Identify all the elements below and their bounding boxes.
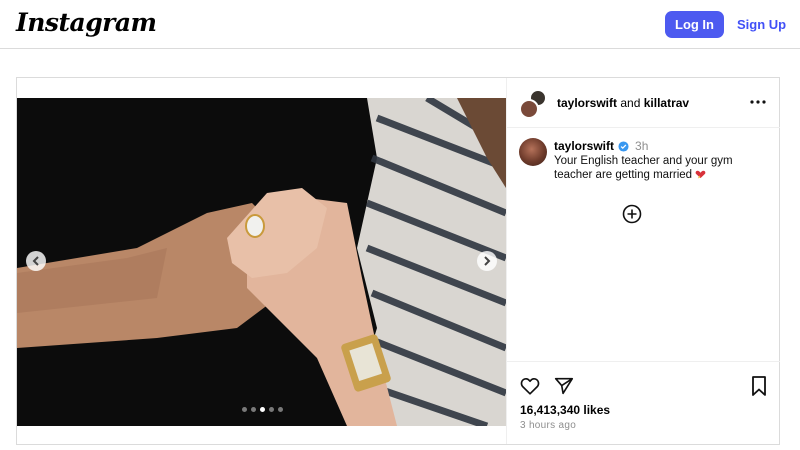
add-circle-icon[interactable] — [622, 204, 642, 224]
post-sidebar: taylorswift and killatrav taylorswift 3h… — [506, 78, 780, 444]
collab-username-link[interactable]: killatrav — [644, 96, 689, 110]
caption-text: Your English teacher and your gym teache… — [554, 154, 774, 182]
collab-avatars[interactable] — [519, 89, 549, 119]
login-button[interactable]: Log In — [665, 11, 724, 38]
post-photo — [17, 98, 506, 426]
carousel-next-button[interactable] — [477, 251, 497, 271]
carousel-dot — [251, 407, 256, 412]
author-connector: and — [620, 96, 641, 110]
like-count[interactable]: 16,413,340 likes — [520, 403, 610, 417]
post-card: taylorswift and killatrav taylorswift 3h… — [16, 77, 780, 445]
bookmark-icon[interactable] — [749, 375, 769, 397]
carousel-indicator — [242, 407, 283, 412]
carousel-dot — [242, 407, 247, 412]
carousel-dot — [278, 407, 283, 412]
avatar — [519, 99, 539, 119]
caption-username-link[interactable]: taylorswift — [554, 139, 614, 153]
heart-emoji-icon — [695, 170, 706, 179]
caption-avatar[interactable] — [519, 138, 547, 166]
post-timestamp[interactable]: 3 hours ago — [520, 420, 576, 431]
author-username-link[interactable]: taylorswift — [557, 96, 617, 110]
chevron-left-icon — [32, 256, 39, 266]
signup-link[interactable]: Sign Up — [737, 17, 786, 32]
carousel-previous-button[interactable] — [26, 251, 46, 271]
instagram-logo[interactable]: Instagram — [16, 8, 157, 37]
carousel-dot — [269, 407, 274, 412]
caption-meta: taylorswift 3h — [554, 139, 648, 153]
verified-badge-icon — [618, 140, 629, 152]
more-options-icon[interactable] — [749, 95, 767, 109]
heart-icon[interactable] — [519, 375, 541, 397]
top-navigation-bar: Instagram Log In Sign Up — [0, 0, 800, 49]
chevron-right-icon — [484, 256, 491, 266]
post-media-carousel[interactable] — [17, 98, 506, 426]
send-icon[interactable] — [553, 375, 575, 397]
post-actions: 16,413,340 likes 3 hours ago — [507, 361, 780, 444]
post-header: taylorswift and killatrav — [507, 78, 780, 128]
caption-timestamp[interactable]: 3h — [635, 139, 648, 153]
post-authors: taylorswift and killatrav — [557, 96, 689, 110]
carousel-dot-active — [260, 407, 265, 412]
